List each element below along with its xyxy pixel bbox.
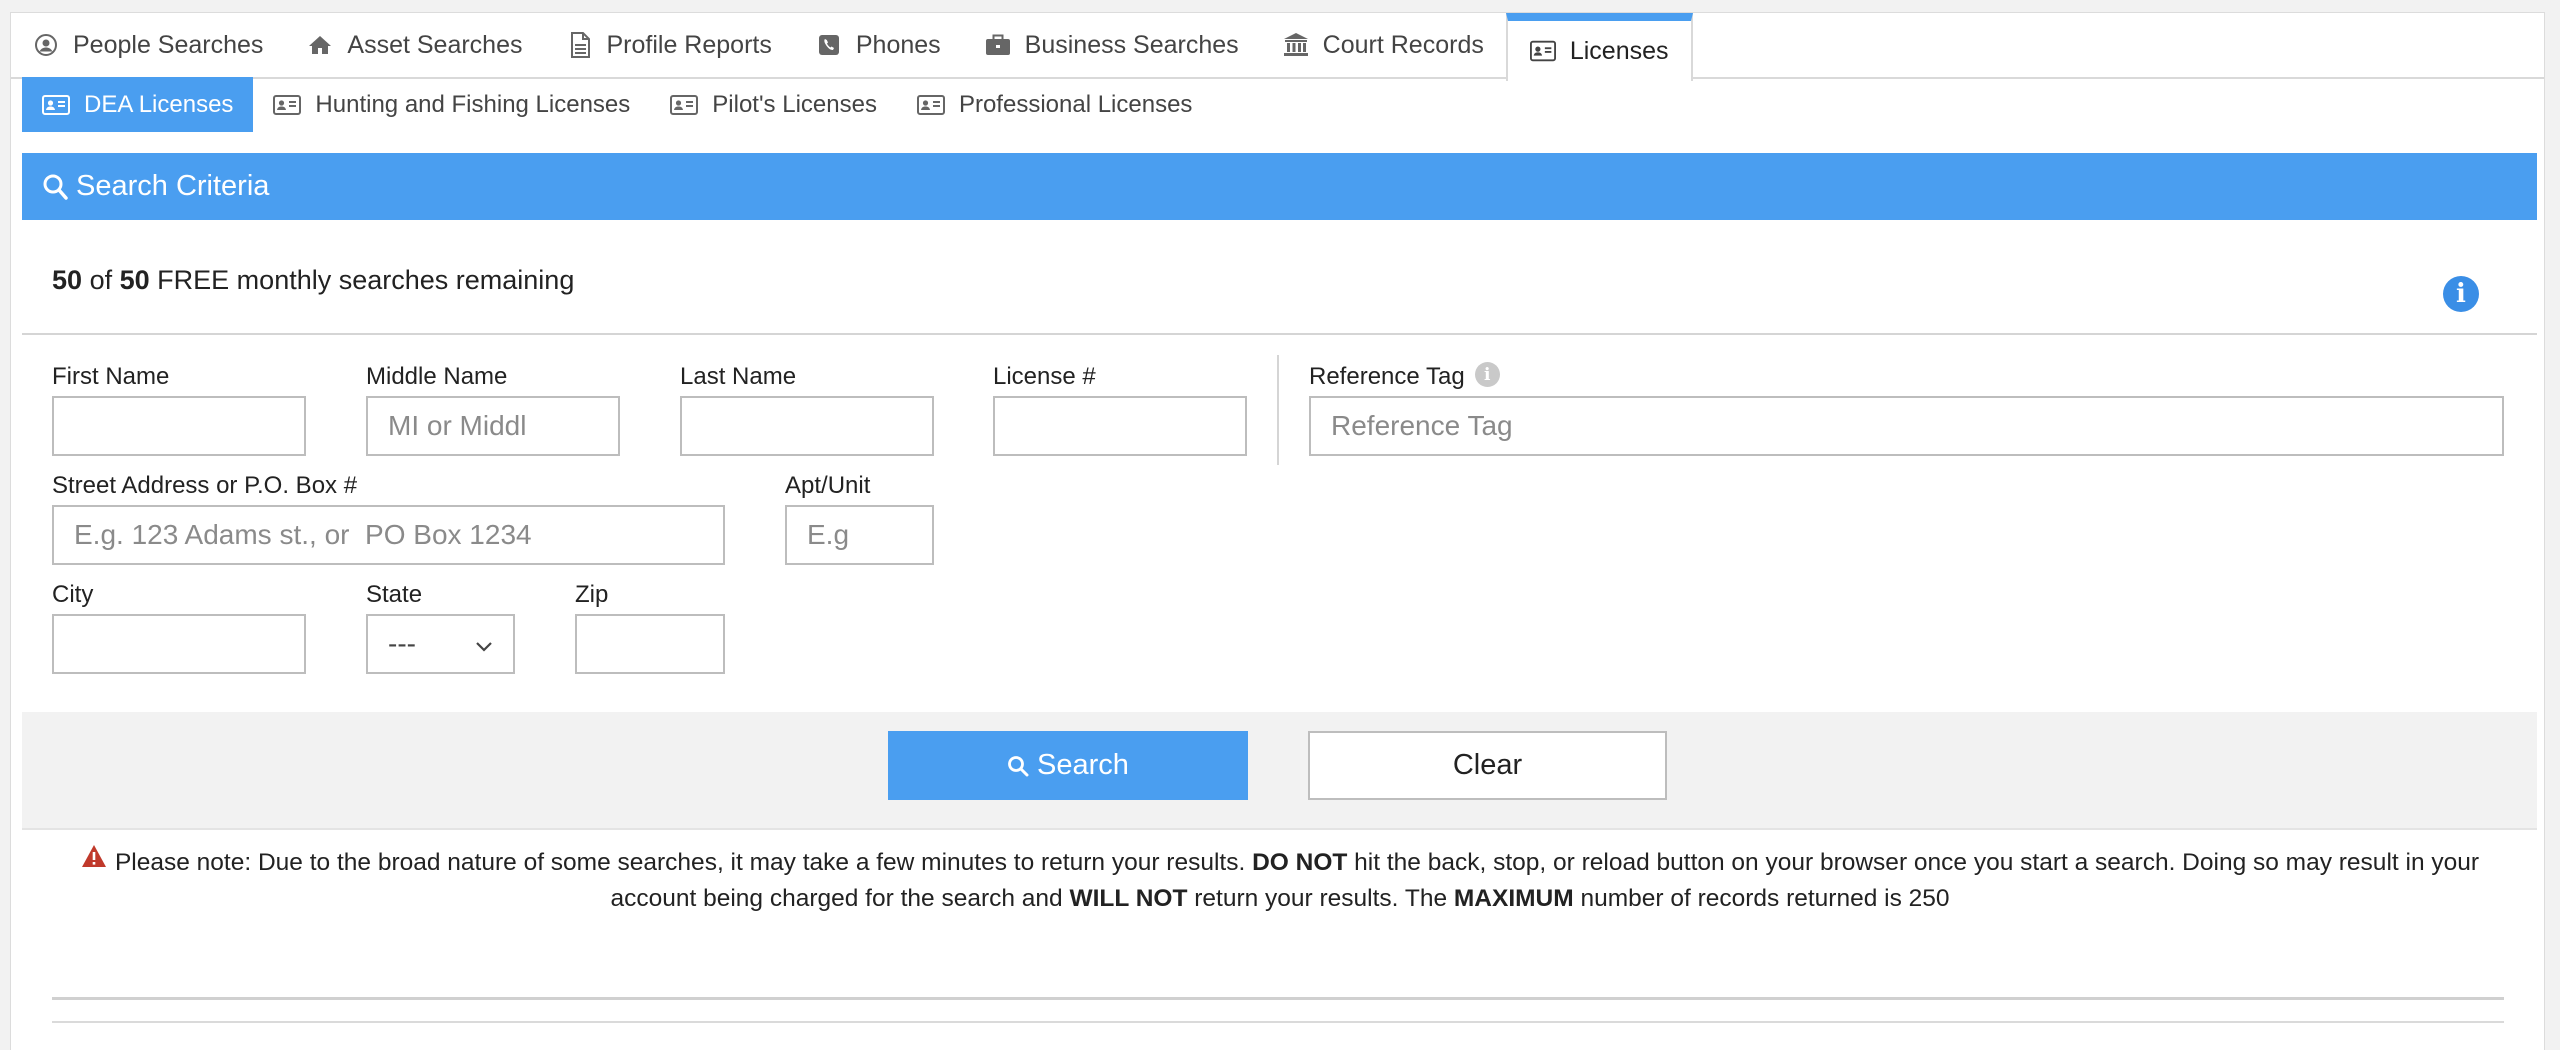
apt-unit-input[interactable] (785, 505, 934, 565)
remaining-total: 50 (119, 265, 150, 295)
tab-court-records[interactable]: Court Records (1261, 13, 1506, 77)
divider (52, 1021, 2504, 1023)
help-icon[interactable]: i (1474, 362, 1500, 388)
note-bold-3: MAXIMUM (1453, 885, 1574, 913)
top-tab-bar: People Searches Asset Searches Profile R… (11, 13, 2544, 81)
tab-licenses[interactable]: Licenses (1505, 13, 1693, 81)
first-name-label: First Name (52, 363, 170, 390)
search-criteria-header: Search Criteria (22, 153, 2537, 220)
clear-button[interactable]: Clear (1308, 731, 1667, 800)
license-sub-tabs: DEA Licenses Hunting and Fishing License… (22, 77, 1212, 132)
street-address-label: Street Address or P.O. Box # (52, 472, 358, 499)
middle-name-label: Middle Name (366, 363, 508, 390)
subtab-label: Hunting and Fishing Licenses (315, 90, 631, 118)
zip-input[interactable] (575, 614, 725, 674)
city-label: City (52, 581, 94, 608)
phone-icon (816, 32, 842, 58)
subtab-label: DEA Licenses (84, 90, 234, 118)
state-label: State (366, 581, 423, 608)
state-select[interactable]: --- (366, 614, 515, 674)
subtab-professional-licenses[interactable]: Professional Licenses (897, 77, 1212, 132)
id-card-icon (916, 94, 945, 115)
tab-label: People Searches (73, 30, 264, 59)
note-text-4: number of records returned is 250 (1580, 885, 1950, 913)
home-icon (307, 32, 333, 58)
tab-label: Licenses (1569, 36, 1669, 65)
search-icon (1007, 755, 1029, 777)
search-button[interactable]: Search (888, 731, 1248, 800)
remaining-text: FREE monthly searches remaining (157, 265, 575, 295)
id-card-icon (1529, 38, 1556, 64)
document-icon (567, 32, 593, 58)
tab-label: Business Searches (1024, 30, 1239, 59)
subtab-label: Professional Licenses (958, 90, 1193, 118)
subtab-pilots-licenses[interactable]: Pilot's Licenses (650, 77, 897, 132)
divider (22, 333, 2537, 335)
last-name-input[interactable] (680, 396, 934, 456)
note-bold-1: DO NOT (1252, 849, 1348, 876)
action-band (22, 712, 2537, 830)
vertical-divider (1277, 355, 1279, 465)
tab-label: Profile Reports (606, 30, 772, 59)
chevron-down-icon (475, 628, 493, 660)
tab-asset-searches[interactable]: Asset Searches (285, 13, 544, 77)
reference-tag-label-text: Reference Tag (1309, 363, 1465, 390)
search-note: Please note: Due to the broad nature of … (40, 845, 2520, 916)
tab-label: Asset Searches (347, 30, 523, 59)
reference-tag-label: Reference Tag i (1309, 362, 1500, 391)
courthouse-icon (1283, 32, 1309, 58)
subtab-dea-licenses[interactable]: DEA Licenses (22, 77, 254, 132)
tab-profile-reports[interactable]: Profile Reports (545, 13, 794, 77)
id-card-icon (273, 94, 302, 115)
last-name-label: Last Name (680, 363, 797, 390)
search-icon (42, 173, 68, 201)
street-address-input[interactable] (52, 505, 725, 565)
remaining-of: of (89, 265, 113, 295)
user-circle-icon (33, 32, 59, 58)
subtab-hunting-fishing-licenses[interactable]: Hunting and Fishing Licenses (253, 77, 650, 132)
tab-business-searches[interactable]: Business Searches (963, 13, 1261, 77)
zip-label: Zip (575, 581, 609, 608)
divider (52, 997, 2504, 1000)
tab-phones[interactable]: Phones (794, 13, 963, 77)
note-bold-2: WILL NOT (1069, 885, 1188, 913)
subtab-label: Pilot's Licenses (712, 90, 877, 118)
tab-label: Phones (855, 30, 941, 59)
note-text-1: Please note: Due to the broad nature of … (114, 849, 1246, 876)
id-card-icon (670, 94, 699, 115)
middle-name-input[interactable] (366, 396, 620, 456)
tab-label: Court Records (1322, 30, 1484, 59)
warning-icon (81, 843, 107, 878)
state-selected: --- (388, 628, 416, 659)
search-button-label: Search (1037, 749, 1129, 781)
info-icon[interactable]: i (2443, 276, 2479, 312)
tab-people-searches[interactable]: People Searches (11, 13, 285, 77)
license-number-label: License # (993, 363, 1096, 390)
searches-remaining: 50 of 50 FREE monthly searches remaining (52, 265, 574, 296)
city-input[interactable] (52, 614, 306, 674)
reference-tag-input[interactable] (1309, 396, 2504, 456)
id-card-icon (42, 94, 70, 115)
apt-unit-label: Apt/Unit (785, 472, 871, 499)
search-criteria-title: Search Criteria (76, 170, 270, 202)
license-number-input[interactable] (993, 396, 1247, 456)
note-text-3: return your results. The (1194, 885, 1448, 913)
remaining-used: 50 (52, 265, 83, 295)
briefcase-icon (985, 32, 1011, 58)
first-name-input[interactable] (52, 396, 306, 456)
